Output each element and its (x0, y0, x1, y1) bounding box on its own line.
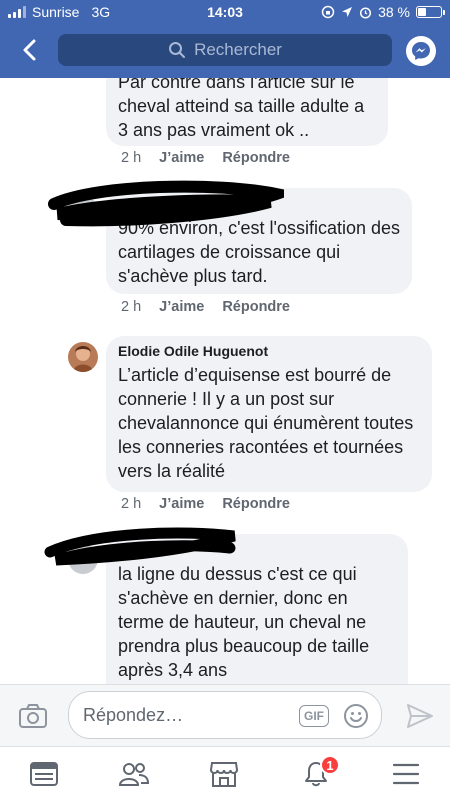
reply-button[interactable]: Répondre (222, 299, 290, 315)
search-placeholder: Rechercher (194, 40, 282, 59)
send-icon (407, 704, 433, 728)
back-button[interactable] (14, 34, 44, 66)
reply-button[interactable]: Répondre (222, 496, 290, 512)
comment-actions: 2 h J’aime Répondre (121, 299, 290, 315)
battery-label: 38 % (378, 4, 410, 20)
redaction-scribble (48, 180, 284, 227)
comment-time: 2 h (121, 299, 142, 315)
reply-button[interactable]: Répondre (222, 150, 290, 166)
gif-button[interactable]: GIF (299, 705, 329, 727)
comments-feed: Par contre dans l'article sur le cheval … (0, 78, 450, 684)
comment-actions: 2 h J’aime Répondre (121, 150, 290, 166)
nav-bar: Rechercher (0, 28, 450, 72)
comment-bubble[interactable]: Elodie Odile Huguenot L’article d’equise… (106, 336, 432, 492)
location-icon (342, 7, 353, 17)
status-right: 38 % (321, 4, 445, 20)
tab-notifications[interactable]: 1 (298, 755, 340, 789)
comment-bubble[interactable]: Par contre dans l'article sur le cheval … (106, 78, 388, 146)
lock-rotation-icon (321, 5, 335, 19)
comment-author[interactable]: Elodie Odile Huguenot (118, 342, 420, 360)
chevron-left-icon (23, 39, 36, 61)
messenger-icon (412, 42, 430, 60)
emoji-button[interactable] (343, 703, 369, 734)
search-icon (169, 42, 186, 58)
like-button[interactable]: J’aime (159, 299, 204, 315)
like-button[interactable]: J’aime (159, 496, 204, 512)
status-bar: Sunrise 3G 14:03 38 % (0, 0, 450, 24)
messenger-button[interactable] (406, 36, 436, 66)
comment-time: 2 h (121, 150, 142, 166)
tab-marketplace[interactable] (206, 759, 242, 789)
reply-input[interactable]: Répondez… GIF (68, 691, 382, 739)
top-header: Sunrise 3G 14:03 38 % Rechercher (0, 0, 450, 78)
comment-time: 2 h (121, 496, 142, 512)
tab-menu[interactable] (388, 759, 424, 789)
profile-photo (68, 342, 98, 372)
news-feed-icon (30, 762, 58, 786)
comment-text: Par contre dans l'article sur le cheval … (118, 78, 365, 140)
friends-icon (118, 763, 150, 786)
like-button[interactable]: J’aime (159, 150, 204, 166)
comment-text: L’article d’equisense est bourré de conn… (118, 365, 414, 481)
hamburger-menu-icon (392, 763, 420, 785)
alarm-icon (360, 6, 372, 19)
comment-text: la ligne du dessus c'est ce qui s'achève… (118, 564, 370, 680)
smiley-icon (344, 704, 368, 728)
search-bar[interactable]: Rechercher (58, 34, 392, 66)
marketplace-icon (209, 762, 239, 787)
avatar[interactable] (68, 342, 98, 372)
camera-icon (19, 704, 47, 728)
redaction-scribble (44, 527, 236, 566)
camera-button[interactable] (18, 703, 48, 734)
send-button[interactable] (406, 703, 434, 734)
reply-composer: Répondez… GIF (0, 684, 450, 746)
notification-badge: 1 (320, 755, 340, 775)
tab-news-feed[interactable] (26, 759, 62, 789)
battery-icon (416, 6, 445, 18)
comment-actions: 2 h J’aime Répondre (121, 496, 290, 512)
reply-placeholder: Répondez… (83, 705, 184, 725)
bottom-nav: 1 (0, 746, 450, 800)
tab-friends[interactable] (116, 759, 152, 789)
